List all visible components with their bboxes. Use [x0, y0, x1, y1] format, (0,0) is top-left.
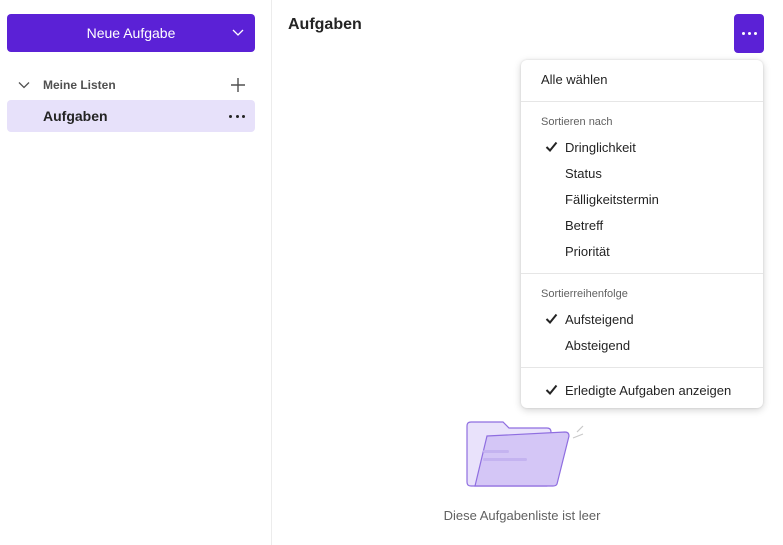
menu-item-order-ascending[interactable]: Aufsteigend — [521, 306, 763, 332]
sort-order-header: Sortierreihenfolge — [541, 288, 628, 300]
checkmark-icon — [545, 141, 558, 152]
my-lists-header: Meine Listen — [7, 72, 255, 98]
menu-item-label: Erledigte Aufgaben anzeigen — [565, 382, 732, 398]
plus-icon[interactable] — [229, 76, 247, 94]
menu-item-label: Alle wählen — [541, 71, 608, 87]
menu-item-show-completed[interactable]: Erledigte Aufgaben anzeigen — [521, 377, 763, 403]
collapse-lists-button[interactable] — [13, 74, 35, 96]
sidebar: Neue Aufgabe Meine Listen Aufgaben — [0, 0, 272, 545]
empty-state: Diese Aufgabenliste ist leer — [420, 412, 624, 532]
sidebar-item-aufgaben[interactable]: Aufgaben — [7, 100, 255, 132]
menu-item-label: Fälligkeitstermin — [565, 191, 659, 207]
my-lists-label: Meine Listen — [43, 78, 116, 92]
more-options-button[interactable] — [734, 14, 764, 53]
menu-divider — [521, 367, 763, 368]
menu-item-label: Status — [565, 165, 602, 181]
empty-message: Diese Aufgabenliste ist leer — [443, 508, 601, 523]
menu-item-sort-dringlichkeit[interactable]: Dringlichkeit — [521, 134, 763, 160]
new-task-label: Neue Aufgabe — [86, 25, 176, 41]
menu-item-sort-priority[interactable]: Priorität — [521, 238, 763, 264]
menu-item-order-descending[interactable]: Absteigend — [521, 332, 763, 358]
menu-item-sort-due-date[interactable]: Fälligkeitstermin — [521, 186, 763, 212]
list-item-label: Aufgaben — [43, 108, 108, 124]
page-title: Aufgaben — [288, 16, 362, 33]
menu-item-select-all[interactable]: Alle wählen — [521, 66, 763, 92]
chevron-down-icon[interactable] — [231, 25, 245, 39]
more-horizontal-icon — [741, 32, 745, 35]
menu-item-label: Absteigend — [565, 337, 631, 353]
more-horizontal-icon[interactable] — [229, 109, 245, 123]
menu-item-label: Dringlichkeit — [565, 139, 636, 155]
options-menu: Alle wählen Sortieren nach Dringlichkeit… — [521, 60, 763, 408]
checkmark-icon — [545, 384, 558, 395]
sort-by-header: Sortieren nach — [541, 116, 613, 128]
menu-item-label: Betreff — [565, 217, 604, 233]
menu-item-label: Aufsteigend — [565, 311, 634, 327]
new-task-button[interactable]: Neue Aufgabe — [7, 14, 255, 52]
menu-divider — [521, 273, 763, 274]
checkmark-icon — [545, 313, 558, 324]
folder-illustration-icon — [466, 421, 584, 487]
chevron-down-icon — [18, 82, 30, 89]
menu-item-sort-status[interactable]: Status — [521, 160, 763, 186]
menu-divider — [521, 101, 763, 102]
menu-item-sort-subject[interactable]: Betreff — [521, 212, 763, 238]
menu-item-label: Priorität — [565, 243, 610, 259]
